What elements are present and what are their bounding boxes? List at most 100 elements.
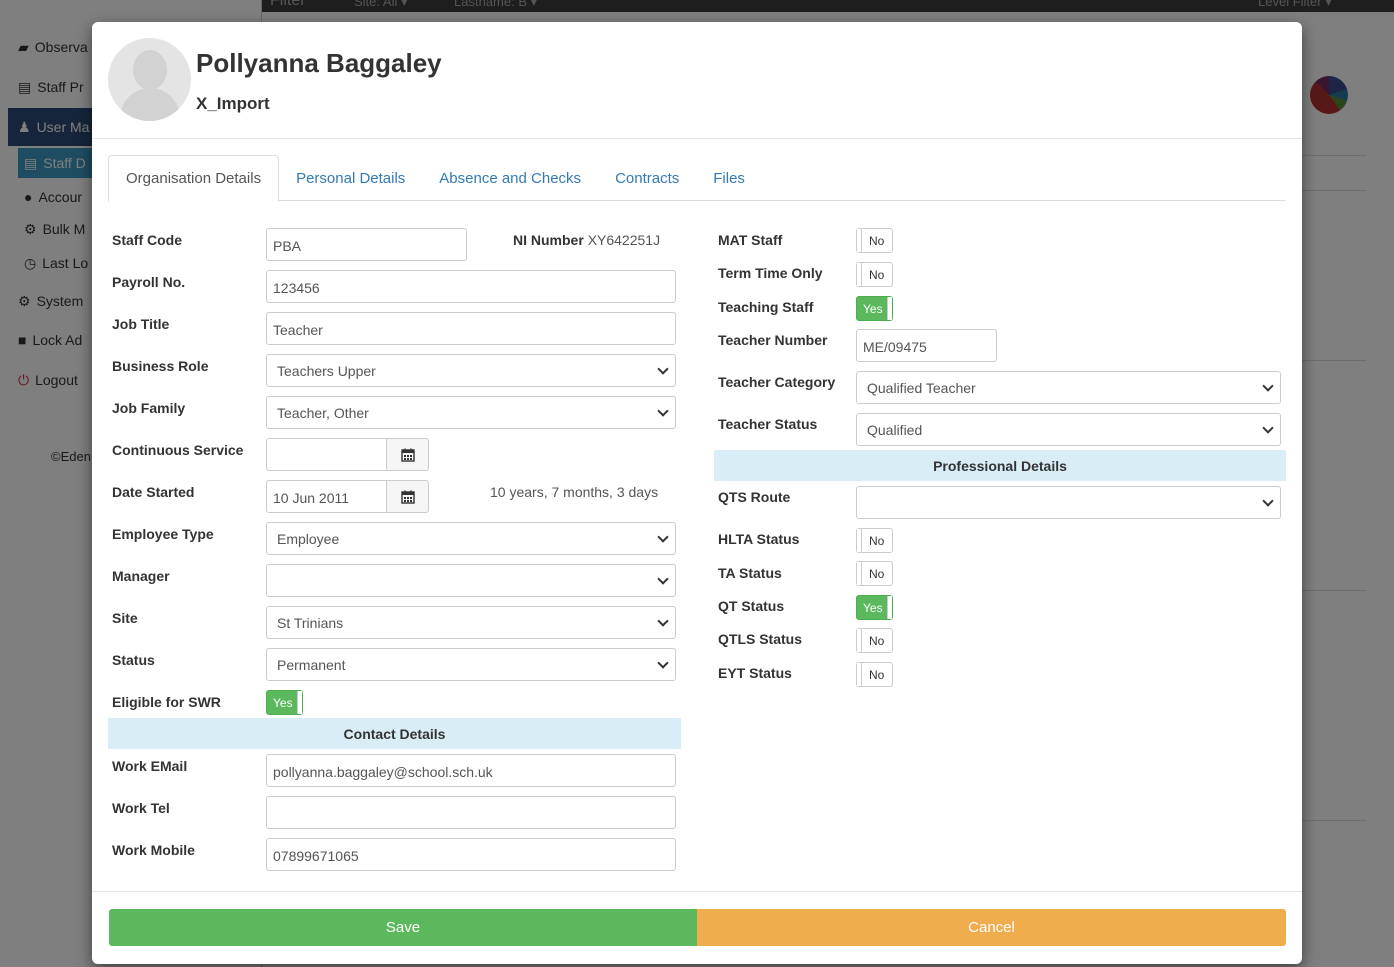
employee-type-select[interactable]: Employee bbox=[266, 522, 676, 555]
avatar-body-shape bbox=[120, 88, 180, 121]
tab-bar: Organisation Details Personal Details Ab… bbox=[108, 155, 1286, 202]
toggle-state: No bbox=[869, 267, 885, 282]
business-role-value: Teachers Upper bbox=[277, 363, 376, 379]
business-role-label: Business Role bbox=[112, 358, 209, 374]
teacher-category-value: Qualified Teacher bbox=[867, 380, 976, 396]
chevron-down-icon bbox=[657, 615, 669, 627]
continuous-service-calendar-button[interactable] bbox=[386, 438, 429, 471]
ni-number: NI Number XY642251J bbox=[513, 232, 660, 248]
manager-select[interactable] bbox=[266, 564, 676, 597]
teacher-status-value: Qualified bbox=[867, 422, 923, 438]
term-time-toggle[interactable]: No bbox=[856, 262, 894, 287]
qts-route-select[interactable] bbox=[856, 486, 1281, 519]
toggle-knob bbox=[296, 691, 302, 714]
avatar bbox=[108, 38, 191, 121]
calendar-icon bbox=[400, 490, 415, 504]
cancel-button[interactable]: Cancel bbox=[697, 909, 1286, 946]
tab-organisation-details[interactable]: Organisation Details bbox=[108, 155, 280, 202]
professional-details-header: Professional Details bbox=[714, 450, 1286, 481]
toggle-state: Yes bbox=[863, 600, 883, 615]
payroll-input[interactable]: 123456 bbox=[266, 270, 676, 303]
ta-status-toggle[interactable]: No bbox=[856, 561, 894, 586]
tab-files[interactable]: Files bbox=[696, 155, 762, 201]
avatar-head-shape bbox=[133, 50, 167, 90]
job-family-select[interactable]: Teacher, Other bbox=[266, 396, 676, 429]
qt-status-label: QT Status bbox=[718, 598, 785, 614]
chevron-down-icon bbox=[657, 531, 669, 543]
date-started-label: Date Started bbox=[112, 484, 195, 500]
status-label: Status bbox=[112, 652, 155, 668]
site-label: Site bbox=[112, 610, 138, 626]
teacher-category-label: Teacher Category bbox=[718, 374, 836, 390]
term-time-label: Term Time Only bbox=[718, 265, 823, 281]
service-duration: 10 years, 7 months, 3 days bbox=[490, 484, 659, 500]
date-started-input[interactable]: 10 Jun 2011 bbox=[266, 480, 387, 513]
staff-details-modal: Pollyanna Baggaley X_Import Organisation… bbox=[92, 22, 1302, 964]
hlta-status-toggle[interactable]: No bbox=[856, 528, 894, 553]
qtls-status-label: QTLS Status bbox=[718, 631, 803, 647]
employee-type-label: Employee Type bbox=[112, 526, 214, 542]
continuous-service-input[interactable] bbox=[266, 438, 387, 471]
toggle-state: No bbox=[869, 533, 885, 548]
ni-number-value: XY642251J bbox=[587, 232, 661, 248]
work-tel-input[interactable] bbox=[266, 796, 676, 829]
chevron-down-icon bbox=[657, 657, 669, 669]
save-button[interactable]: Save bbox=[109, 909, 697, 946]
work-tel-label: Work Tel bbox=[112, 800, 170, 816]
eyt-status-label: EYT Status bbox=[718, 665, 792, 681]
work-email-label: Work EMail bbox=[112, 758, 188, 774]
teaching-staff-toggle[interactable]: Yes bbox=[856, 296, 893, 321]
toggle-state: Yes bbox=[273, 695, 293, 710]
job-title-input[interactable]: Teacher bbox=[266, 312, 676, 345]
staff-name: Pollyanna Baggaley bbox=[196, 48, 442, 78]
qt-status-toggle[interactable]: Yes bbox=[856, 595, 893, 620]
eligible-swr-label: Eligible for SWR bbox=[112, 694, 221, 710]
staff-subtitle: X_Import bbox=[196, 94, 270, 113]
toggle-knob bbox=[886, 596, 892, 619]
date-started-calendar-button[interactable] bbox=[386, 480, 429, 513]
continuous-service-label: Continuous Service bbox=[112, 442, 244, 458]
job-family-label: Job Family bbox=[112, 400, 186, 416]
site-select[interactable]: St Trinians bbox=[266, 606, 676, 639]
work-mobile-label: Work Mobile bbox=[112, 842, 195, 858]
toggle-state: No bbox=[869, 667, 885, 682]
teacher-status-label: Teacher Status bbox=[718, 416, 818, 432]
toggle-knob bbox=[886, 297, 892, 320]
toggle-state: No bbox=[869, 566, 885, 581]
teacher-number-input[interactable]: ME/09475 bbox=[856, 329, 997, 362]
contact-details-header: Contact Details bbox=[108, 718, 681, 749]
tab-absence-and-checks[interactable]: Absence and Checks bbox=[422, 155, 598, 201]
chevron-down-icon bbox=[1262, 380, 1274, 392]
eyt-status-toggle[interactable]: No bbox=[856, 662, 894, 687]
chevron-down-icon bbox=[1262, 495, 1274, 507]
eligible-swr-toggle[interactable]: Yes bbox=[266, 690, 303, 715]
teacher-category-select[interactable]: Qualified Teacher bbox=[856, 371, 1281, 404]
staff-code-label: Staff Code bbox=[112, 232, 182, 248]
job-family-value: Teacher, Other bbox=[277, 405, 369, 421]
chevron-down-icon bbox=[657, 573, 669, 585]
manager-label: Manager bbox=[112, 568, 170, 584]
job-title-label: Job Title bbox=[112, 316, 170, 332]
ni-number-label: NI Number bbox=[513, 232, 584, 248]
toggle-state: No bbox=[869, 233, 885, 248]
chevron-down-icon bbox=[657, 363, 669, 375]
status-select[interactable]: Permanent bbox=[266, 648, 676, 681]
mat-staff-label: MAT Staff bbox=[718, 232, 783, 248]
modal-header: Pollyanna Baggaley X_Import bbox=[92, 22, 1302, 139]
work-email-input[interactable]: pollyanna.baggaley@school.sch.uk bbox=[266, 754, 676, 787]
work-mobile-input[interactable]: 07899671065 bbox=[266, 838, 676, 871]
chevron-down-icon bbox=[1262, 422, 1274, 434]
tab-personal-details[interactable]: Personal Details bbox=[279, 155, 422, 201]
calendar-icon bbox=[400, 448, 415, 462]
tab-contracts[interactable]: Contracts bbox=[598, 155, 696, 201]
qtls-status-toggle[interactable]: No bbox=[856, 628, 894, 653]
staff-code-input[interactable]: PBA bbox=[266, 228, 467, 261]
teaching-staff-label: Teaching Staff bbox=[718, 299, 814, 315]
business-role-select[interactable]: Teachers Upper bbox=[266, 354, 676, 387]
toggle-state: Yes bbox=[863, 301, 883, 316]
hlta-status-label: HLTA Status bbox=[718, 531, 800, 547]
payroll-label: Payroll No. bbox=[112, 274, 186, 290]
teacher-status-select[interactable]: Qualified bbox=[856, 413, 1281, 446]
mat-staff-toggle[interactable]: No bbox=[856, 228, 894, 253]
qts-route-label: QTS Route bbox=[718, 489, 791, 505]
